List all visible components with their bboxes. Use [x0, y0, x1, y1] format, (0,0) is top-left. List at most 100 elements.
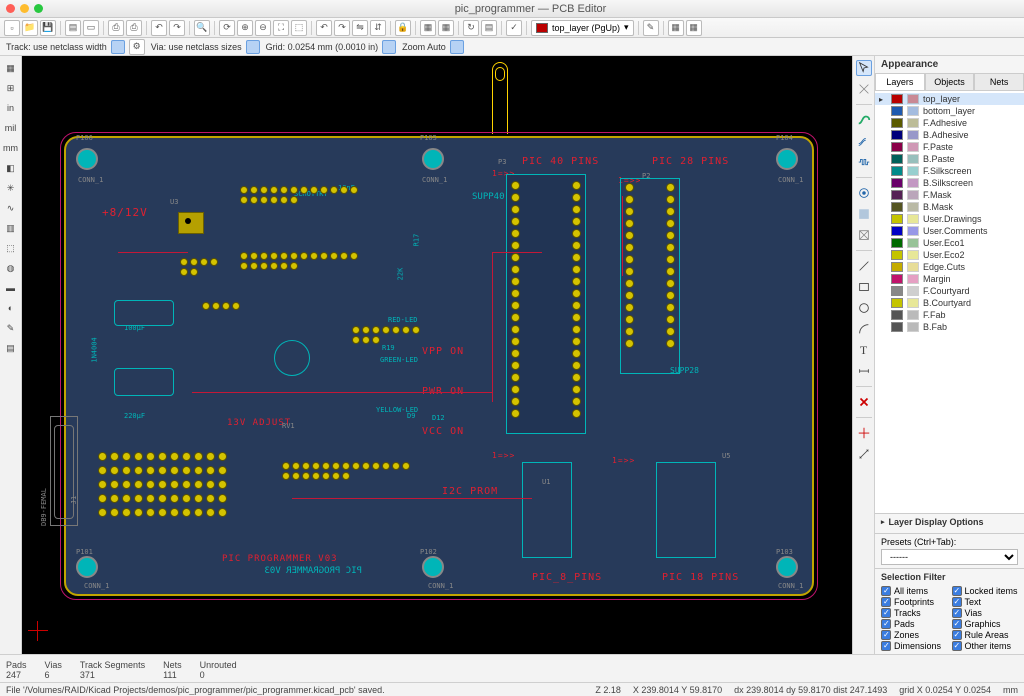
layer-item[interactable]: F.Courtyard	[875, 285, 1024, 297]
print-button[interactable]: ⎙	[108, 20, 124, 36]
filter-check[interactable]: Zones	[881, 630, 948, 640]
outline-pad-icon[interactable]: ⬚	[3, 240, 19, 256]
mounting-hole[interactable]	[76, 556, 98, 578]
schematic-button[interactable]: ▤	[481, 20, 497, 36]
zoom-selection-button[interactable]: ⬚	[291, 20, 307, 36]
add-via-icon[interactable]	[856, 185, 872, 201]
track-width-combo[interactable]	[111, 40, 125, 54]
mounting-hole[interactable]	[776, 556, 798, 578]
draw-circle-icon[interactable]	[856, 300, 872, 316]
layer-item[interactable]: Edge.Cuts	[875, 261, 1024, 273]
cap-c2[interactable]	[114, 368, 174, 396]
layer-combo[interactable]: top_layer (PgUp) ▾	[531, 20, 634, 36]
polar-icon[interactable]: ⊞	[3, 80, 19, 96]
layer-item[interactable]: B.Courtyard	[875, 297, 1024, 309]
layer-item[interactable]: F.Mask	[875, 189, 1024, 201]
layer-item[interactable]: F.Adhesive	[875, 117, 1024, 129]
zoom-in-button[interactable]: ⊕	[237, 20, 253, 36]
layer-item[interactable]: F.Paste	[875, 141, 1024, 153]
layer-list[interactable]: ▸ top_layer bottom_layer F.Adhesive B.Ad…	[875, 91, 1024, 513]
mounting-hole[interactable]	[422, 148, 444, 170]
new-button[interactable]: ▫	[4, 20, 20, 36]
add-rule-area-icon[interactable]	[856, 227, 872, 243]
minimize-icon[interactable]	[20, 4, 29, 13]
undo-button[interactable]: ↶	[151, 20, 167, 36]
mirror-v-button[interactable]: ⇵	[370, 20, 386, 36]
route-track-icon[interactable]	[856, 112, 872, 128]
measure-icon[interactable]	[856, 446, 872, 462]
mm-unit-button[interactable]: mm	[3, 140, 19, 156]
filter-check[interactable]: Rule Areas	[952, 630, 1019, 640]
outline-via-icon[interactable]: ◍	[3, 260, 19, 276]
update-pcb-button[interactable]: ↻	[463, 20, 479, 36]
rotate-ccw-button[interactable]: ↶	[316, 20, 332, 36]
pad-cluster[interactable]	[282, 462, 412, 480]
net-highlight-icon[interactable]: ✎	[3, 320, 19, 336]
layer-item[interactable]: B.Paste	[875, 153, 1024, 165]
layer-item[interactable]: B.Fab	[875, 321, 1024, 333]
tab-objects[interactable]: Objects	[925, 73, 975, 90]
filter-check[interactable]: Locked items	[952, 586, 1019, 596]
filter-check[interactable]: Pads	[881, 619, 948, 629]
pad-cluster[interactable]	[180, 258, 222, 276]
j1-area[interactable]	[98, 452, 248, 532]
cap-c1[interactable]	[114, 300, 174, 326]
presets-combo[interactable]: ------	[881, 549, 1018, 565]
zoom-out-button[interactable]: ⊖	[255, 20, 271, 36]
layer-item[interactable]: User.Comments	[875, 225, 1024, 237]
layer-manager-icon[interactable]: ▤	[3, 340, 19, 356]
grid-icon[interactable]: ▦	[3, 60, 19, 76]
layer-item[interactable]: bottom_layer	[875, 105, 1024, 117]
highlight-net-icon[interactable]	[856, 81, 872, 97]
mounting-hole[interactable]	[422, 556, 444, 578]
draw-rect-icon[interactable]	[856, 279, 872, 295]
layer-display-section[interactable]: ▸Layer Display Options	[875, 513, 1024, 533]
fill-zones-button[interactable]: ▦	[686, 20, 702, 36]
pcb-canvas[interactable]: DB9-FEMAL P106 P105 P104 P101 P102 P103 …	[22, 56, 852, 654]
page-settings-button[interactable]: ▭	[83, 20, 99, 36]
add-dimension-icon[interactable]	[856, 363, 872, 379]
filter-check[interactable]: Graphics	[952, 619, 1019, 629]
contrast-icon[interactable]: ◐	[3, 300, 19, 316]
mil-unit-button[interactable]: mil	[3, 120, 19, 136]
layer-item[interactable]: User.Eco2	[875, 249, 1024, 261]
filter-check[interactable]: All items	[881, 586, 948, 596]
zoom-fit-button[interactable]: ⛶	[273, 20, 289, 36]
zoom-icon[interactable]	[34, 4, 43, 13]
ratsnest-icon[interactable]: ✳	[3, 180, 19, 196]
chip-u3[interactable]	[178, 212, 204, 234]
footprint-viewer-button[interactable]: ▦	[438, 20, 454, 36]
filter-check[interactable]: Text	[952, 597, 1019, 607]
draw-arc-icon[interactable]	[856, 321, 872, 337]
layer-item[interactable]: B.Silkscreen	[875, 177, 1024, 189]
pad-cluster[interactable]	[240, 252, 360, 270]
close-icon[interactable]	[6, 4, 15, 13]
filter-check[interactable]: Footprints	[881, 597, 948, 607]
refresh-button[interactable]: ⟳	[219, 20, 235, 36]
scripting-button[interactable]: ✎	[643, 20, 659, 36]
filter-check[interactable]: Other items	[952, 641, 1019, 651]
add-text-icon[interactable]: T	[856, 342, 872, 358]
filter-check[interactable]: Dimensions	[881, 641, 948, 651]
route-diff-icon[interactable]	[856, 133, 872, 149]
layer-item[interactable]: B.Adhesive	[875, 129, 1024, 141]
pad-cluster[interactable]	[352, 326, 422, 344]
socket-u5[interactable]	[656, 462, 716, 558]
board-setup-button[interactable]: ▤	[65, 20, 81, 36]
layer-item[interactable]: ▸ top_layer	[875, 93, 1024, 105]
pad-cluster[interactable]	[202, 302, 242, 310]
inch-unit-button[interactable]: in	[3, 100, 19, 116]
layer-item[interactable]: User.Eco1	[875, 237, 1024, 249]
layer-item[interactable]: Margin	[875, 273, 1024, 285]
redo-button[interactable]: ↷	[169, 20, 185, 36]
drc-button[interactable]: ✓	[506, 20, 522, 36]
layer-item[interactable]: User.Drawings	[875, 213, 1024, 225]
tab-nets[interactable]: Nets	[974, 73, 1024, 90]
find-button[interactable]: 🔍	[194, 20, 210, 36]
outline-track-icon[interactable]: ▬	[3, 280, 19, 296]
db9-connector[interactable]	[50, 416, 78, 526]
outline-zone-icon[interactable]: ▥	[3, 220, 19, 236]
via-size-combo[interactable]	[246, 40, 260, 54]
add-zone-icon[interactable]	[856, 206, 872, 222]
filter-check[interactable]: Tracks	[881, 608, 948, 618]
